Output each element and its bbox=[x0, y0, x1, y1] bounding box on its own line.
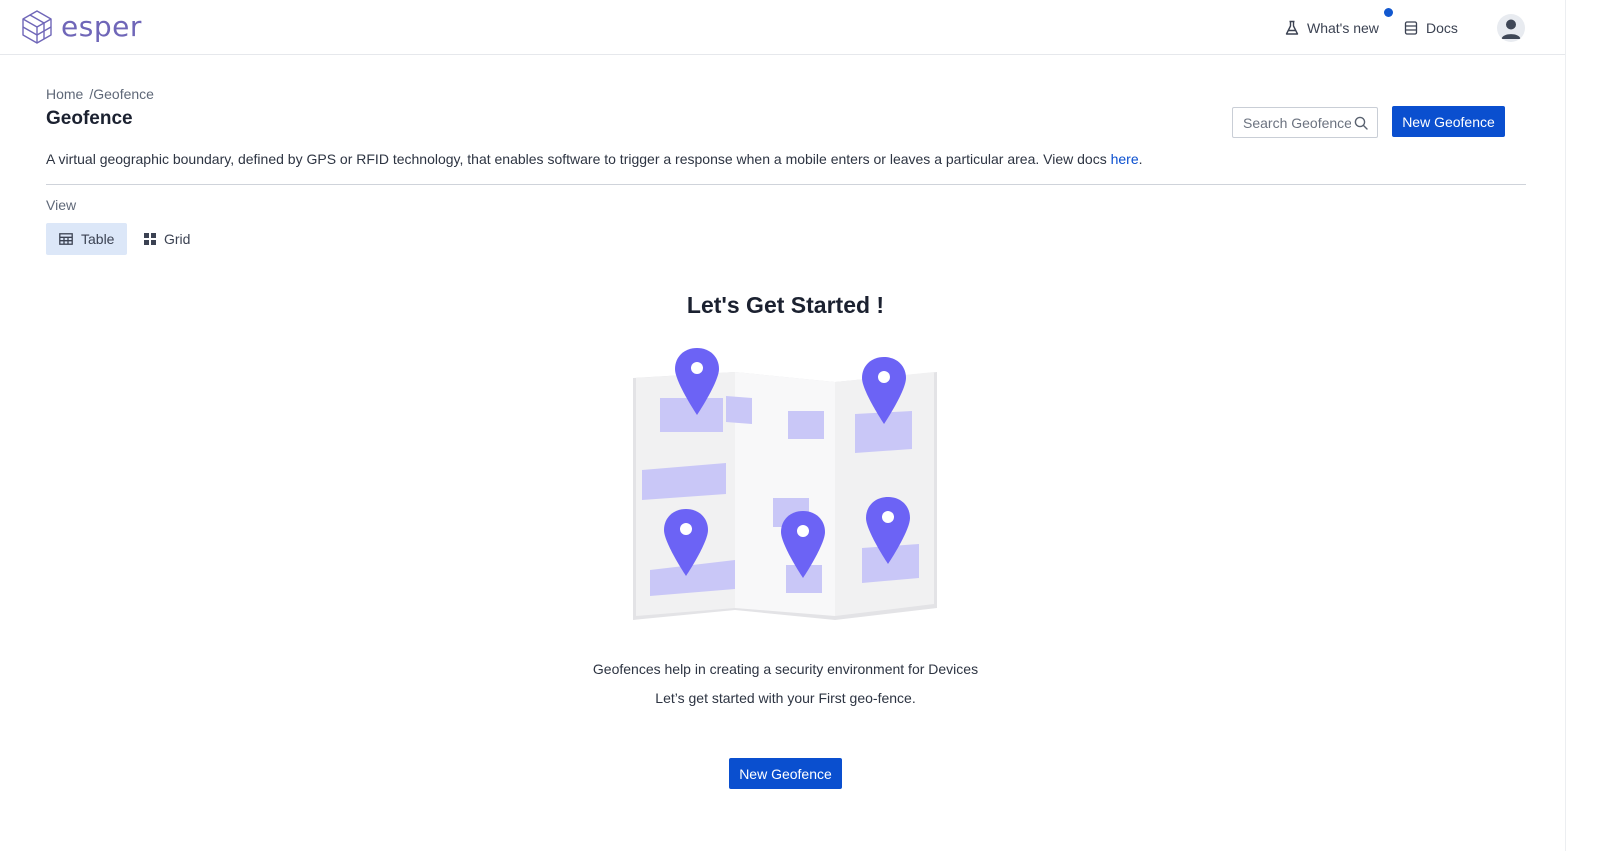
search-icon[interactable] bbox=[1354, 116, 1368, 130]
page-title: Geofence bbox=[46, 108, 133, 129]
docs-link[interactable]: Docs bbox=[1403, 17, 1458, 39]
search-input[interactable] bbox=[1243, 114, 1351, 131]
breadcrumb-home[interactable]: Home bbox=[46, 86, 83, 102]
new-geofence-empty-button[interactable]: New Geofence bbox=[729, 758, 842, 789]
empty-state-title: Let's Get Started ! bbox=[686, 292, 885, 318]
user-avatar[interactable] bbox=[1497, 14, 1525, 42]
user-icon bbox=[1501, 19, 1521, 39]
description-end: . bbox=[1138, 151, 1143, 167]
docs-label: Docs bbox=[1426, 20, 1458, 36]
description-text: A virtual geographic boundary, defined b… bbox=[46, 151, 1111, 167]
notification-dot bbox=[1384, 8, 1393, 17]
view-label: View bbox=[46, 197, 77, 213]
table-icon bbox=[59, 233, 73, 245]
grid-icon bbox=[144, 233, 156, 245]
top-navigation-bar: esper What's new Docs bbox=[0, 0, 1565, 55]
header-divider bbox=[46, 184, 1526, 185]
esper-logo-icon bbox=[22, 10, 52, 44]
map-pins-illustration bbox=[633, 348, 937, 620]
whats-new-link[interactable]: What's new bbox=[1284, 17, 1379, 39]
view-grid-label: Grid bbox=[164, 231, 191, 247]
docs-icon bbox=[1403, 20, 1419, 36]
docs-here-link[interactable]: here bbox=[1111, 151, 1139, 167]
empty-state-subdescription: Let’s get started with your First geo-fe… bbox=[655, 690, 916, 706]
breadcrumb-current: /Geofence bbox=[89, 86, 154, 102]
esper-logo[interactable]: esper bbox=[20, 9, 142, 45]
breadcrumb: Home /Geofence bbox=[46, 86, 154, 102]
page-description: A virtual geographic boundary, defined b… bbox=[46, 151, 1143, 167]
breadcrumb-current-label: Geofence bbox=[93, 86, 154, 102]
new-geofence-button[interactable]: New Geofence bbox=[1392, 106, 1505, 137]
search-geofence-field[interactable] bbox=[1232, 107, 1378, 138]
flask-icon bbox=[1284, 20, 1300, 36]
empty-state-description: Geofences help in creating a security en… bbox=[592, 661, 979, 677]
view-table-label: Table bbox=[81, 231, 115, 247]
view-table-button[interactable]: Table bbox=[46, 223, 127, 255]
scrollbar-gutter bbox=[1565, 0, 1602, 851]
whats-new-label: What's new bbox=[1307, 20, 1379, 36]
view-grid-button[interactable]: Grid bbox=[131, 223, 203, 255]
brand-name: esper bbox=[61, 10, 142, 43]
